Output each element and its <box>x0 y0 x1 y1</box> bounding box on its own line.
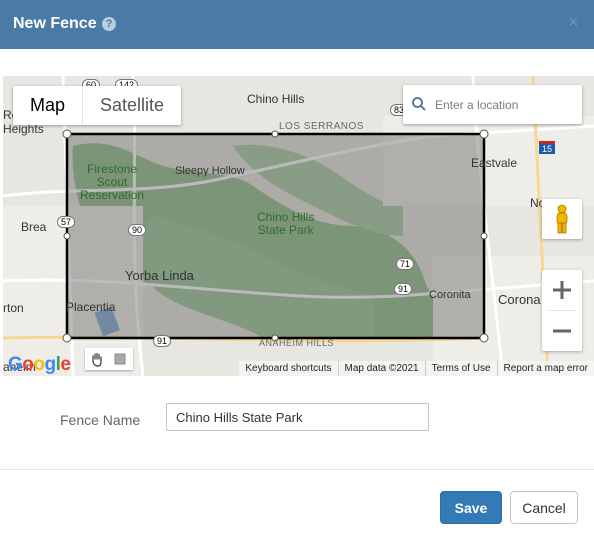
zoom-control <box>542 270 582 351</box>
map-canvas[interactable]: Chino Hills LOS SERRANOS Eastvale Firest… <box>3 76 594 376</box>
report-error-link[interactable]: Report a map error <box>496 361 594 376</box>
search-icon <box>412 97 426 111</box>
place-label: Chino Hills State Park <box>257 211 314 237</box>
modal-header: New Fence ? × <box>0 0 594 49</box>
route-shield: 15 <box>539 141 556 154</box>
save-button[interactable]: Save <box>440 491 502 524</box>
plus-icon <box>553 281 571 299</box>
route-shield: 91 <box>153 335 172 347</box>
keyboard-shortcuts-link[interactable]: Keyboard shortcuts <box>239 361 337 376</box>
route-shield: 71 <box>396 258 415 270</box>
place-label: ANAHEIM HILLS <box>259 338 335 348</box>
location-search <box>403 85 582 124</box>
place-label: rton <box>3 301 24 315</box>
close-icon[interactable]: × <box>568 11 579 33</box>
location-search-input[interactable] <box>433 93 577 117</box>
place-label: Firestone Scout Reservation <box>80 163 144 202</box>
question-circle-icon[interactable]: ? <box>102 17 116 31</box>
route-shield: 90 <box>128 224 147 236</box>
map-type-control: Map Satellite <box>13 86 182 125</box>
zoom-out-button[interactable] <box>542 311 582 351</box>
minus-icon <box>553 329 571 333</box>
hand-icon[interactable] <box>89 351 105 367</box>
fence-name-label: Fence Name <box>60 412 141 428</box>
google-logo: Google <box>8 354 71 375</box>
modal-title: New Fence <box>13 15 97 32</box>
pegman-icon <box>556 204 568 234</box>
place-label: Coronita <box>429 289 471 301</box>
place-label: Brea <box>21 220 47 234</box>
place-label-line: Reservation <box>80 188 145 202</box>
place-label: Yorba Linda <box>125 268 194 283</box>
cancel-button[interactable]: Cancel <box>510 491 578 524</box>
street-view-pegman[interactable] <box>542 199 582 239</box>
route-shield: 91 <box>394 283 413 295</box>
tab-satellite[interactable]: Satellite <box>83 86 181 125</box>
place-label: LOS SERRANOS <box>279 121 364 132</box>
map-attribution: Keyboard shortcuts Map data ©2021 Terms … <box>239 361 594 376</box>
place-label: Sleepy Hollow <box>175 165 245 177</box>
fence-name-input[interactable] <box>166 403 429 431</box>
place-label: Corona <box>498 292 541 307</box>
route-shield: 57 <box>57 216 76 228</box>
place-label-line: State Park <box>257 223 314 237</box>
fence-name-row: Fence Name <box>0 400 594 440</box>
place-label: Placentia <box>66 300 116 314</box>
terms-link[interactable]: Terms of Use <box>424 361 497 376</box>
place-label: Eastvale <box>471 156 518 170</box>
drawing-tools <box>85 348 133 370</box>
place-label: Chino Hills <box>247 92 305 106</box>
zoom-in-button[interactable] <box>542 270 582 310</box>
tab-map[interactable]: Map <box>13 86 82 125</box>
map-data-label: Map data ©2021 <box>337 361 425 376</box>
rectangle-tool-icon[interactable] <box>113 352 127 366</box>
modal-footer-divider <box>0 469 594 470</box>
